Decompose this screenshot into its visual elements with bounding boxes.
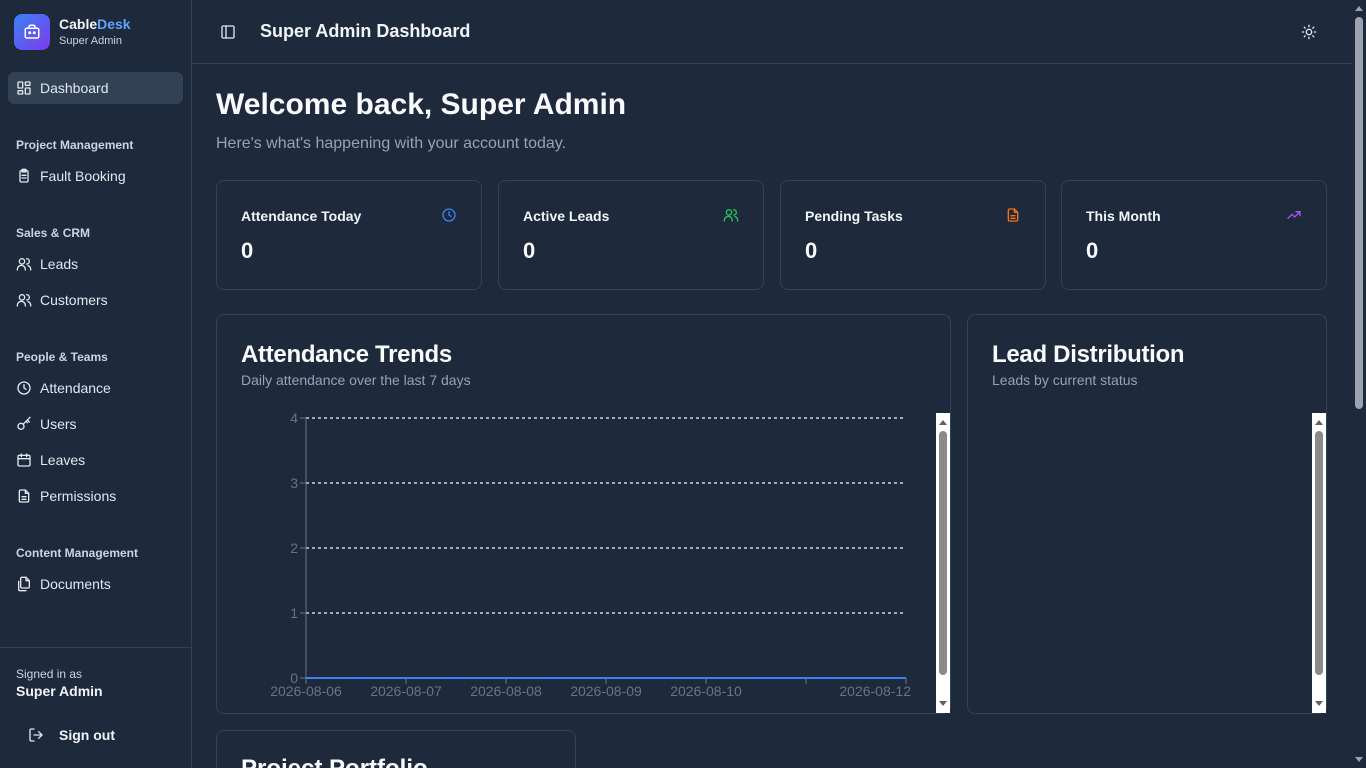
files-icon	[18, 576, 30, 592]
sidebar-item-dashboard[interactable]: Dashboard	[8, 72, 183, 104]
sidebar-toggle-button[interactable]	[220, 24, 236, 40]
stat-label: Pending Tasks	[805, 208, 903, 224]
scroll-up-icon[interactable]	[939, 420, 947, 425]
panel-title: Attendance Trends	[241, 341, 452, 368]
page-scrollbar[interactable]	[1352, 0, 1366, 768]
stat-card-attendance: Attendance Today 0	[216, 180, 482, 290]
sidebar-item-users[interactable]: Users	[8, 408, 183, 440]
stat-label: Attendance Today	[241, 208, 362, 224]
page-title: Super Admin Dashboard	[260, 21, 471, 41]
x-tick-label: 2026-08-06	[270, 683, 342, 699]
panel-subtitle: Daily attendance over the last 7 days	[241, 372, 471, 388]
stat-value: 0	[241, 238, 254, 263]
sidebar-item-label: Dashboard	[40, 80, 109, 96]
scrollbar-thumb[interactable]	[1315, 431, 1323, 675]
chart-scrollbar[interactable]	[936, 413, 950, 713]
scroll-down-icon[interactable]	[1315, 701, 1323, 706]
sidebar-item-label: Leaves	[40, 452, 86, 468]
sidebar-item-label: Documents	[40, 576, 111, 592]
stat-value: 0	[805, 238, 818, 263]
stat-label: Active Leads	[523, 208, 610, 224]
trending-up-icon	[1287, 211, 1301, 219]
scrollbar-thumb[interactable]	[939, 431, 947, 675]
x-tick-label: 2026-08-09	[570, 683, 642, 699]
stat-label: This Month	[1086, 208, 1161, 224]
sidebar-item-label: Users	[40, 416, 77, 432]
scroll-up-icon[interactable]	[1315, 420, 1323, 425]
users-icon	[723, 209, 739, 222]
calendar-icon	[17, 453, 31, 467]
layout-dashboard-icon	[17, 81, 31, 95]
sidebar-item-customers[interactable]: Customers	[8, 284, 183, 316]
sidebar-item-permissions[interactable]: Permissions	[8, 480, 183, 512]
top-header: Super Admin Dashboard	[192, 0, 1352, 64]
sidebar-footer: Signed in as Super Admin Sign out	[0, 647, 191, 768]
sidebar-item-attendance[interactable]: Attendance	[8, 372, 183, 404]
file-text-icon	[18, 489, 30, 503]
y-tick-label: 1	[290, 605, 298, 621]
clock-icon	[17, 381, 31, 395]
sidebar-item-label: Fault Booking	[40, 168, 126, 184]
stat-card-this-month: This Month 0	[1061, 180, 1327, 290]
brand-name: CableDesk	[59, 16, 131, 33]
brand[interactable]: CableDesk Super Admin	[14, 14, 131, 50]
x-tick-label: 2026-08-08	[470, 683, 542, 699]
log-out-icon	[29, 728, 43, 742]
sidebar-item-label: Leads	[40, 256, 79, 272]
nav-group-people: People & Teams	[16, 350, 108, 364]
signed-in-user: Super Admin	[16, 683, 103, 699]
sidebar-item-label: Customers	[40, 292, 108, 308]
nav-group-sales: Sales & CRM	[16, 226, 91, 240]
file-text-icon	[1007, 208, 1019, 222]
x-tick-label: 2026-08-12	[839, 683, 911, 699]
y-tick-label: 3	[290, 475, 298, 491]
x-tick-label: 2026-08-07	[370, 683, 442, 699]
sidebar-item-label: Permissions	[40, 488, 117, 504]
y-tick-label: 2	[290, 540, 298, 556]
welcome-heading: Welcome back, Super Admin	[216, 88, 627, 121]
sign-out-button[interactable]: Sign out	[20, 722, 115, 748]
sidebar: CableDesk Super Admin Dashboard Project …	[0, 0, 192, 768]
chart-scrollbar[interactable]	[1312, 413, 1326, 713]
sign-out-label: Sign out	[59, 727, 115, 743]
sidebar-item-label: Attendance	[40, 380, 111, 396]
sun-icon	[1301, 24, 1317, 40]
stat-card-active-leads: Active Leads 0	[498, 180, 764, 290]
panel-subtitle: Leads by current status	[992, 372, 1138, 388]
stat-card-pending-tasks: Pending Tasks 0	[780, 180, 1046, 290]
scroll-up-icon[interactable]	[1355, 6, 1363, 11]
nav-group-content: Content Management	[16, 546, 139, 560]
x-tick-label: 2026-08-10	[670, 683, 742, 699]
clipboard-list-icon	[19, 168, 29, 183]
theme-toggle-button[interactable]	[1301, 24, 1317, 40]
brand-role: Super Admin	[59, 35, 122, 47]
panel-title: Project Portfolio	[241, 755, 428, 768]
key-icon	[17, 416, 31, 430]
scroll-down-icon[interactable]	[1355, 757, 1363, 762]
clock-icon	[442, 208, 456, 222]
welcome-subtitle: Here's what's happening with your accoun…	[216, 135, 567, 152]
briefcase-icon	[14, 14, 50, 50]
scroll-down-icon[interactable]	[939, 701, 947, 706]
nav-group-project: Project Management	[16, 138, 134, 152]
panel-left-icon	[221, 25, 235, 39]
stat-value: 0	[1086, 238, 1099, 263]
stat-value: 0	[523, 238, 536, 263]
sidebar-item-leaves[interactable]: Leaves	[8, 444, 183, 476]
sidebar-item-fault-booking[interactable]: Fault Booking	[8, 160, 183, 192]
sidebar-item-documents[interactable]: Documents	[8, 568, 183, 600]
panel-title: Lead Distribution	[992, 341, 1185, 368]
users-icon	[16, 258, 32, 271]
lead-distribution-panel: Lead Distribution Leads by current statu…	[967, 314, 1327, 714]
attendance-trends-chart: 012342026-08-06 2026-08-07 2026-08-08 2026-…	[270, 410, 911, 699]
scrollbar-thumb[interactable]	[1355, 17, 1363, 409]
signed-in-label: Signed in as	[16, 667, 83, 681]
brand-name-part2: Desk	[97, 16, 131, 32]
y-tick-label: 4	[290, 410, 298, 426]
sidebar-item-leads[interactable]: Leads	[8, 248, 183, 280]
users-icon	[16, 294, 32, 307]
project-portfolio-panel: Project Portfolio	[216, 730, 576, 768]
brand-name-part1: Cable	[59, 16, 98, 32]
